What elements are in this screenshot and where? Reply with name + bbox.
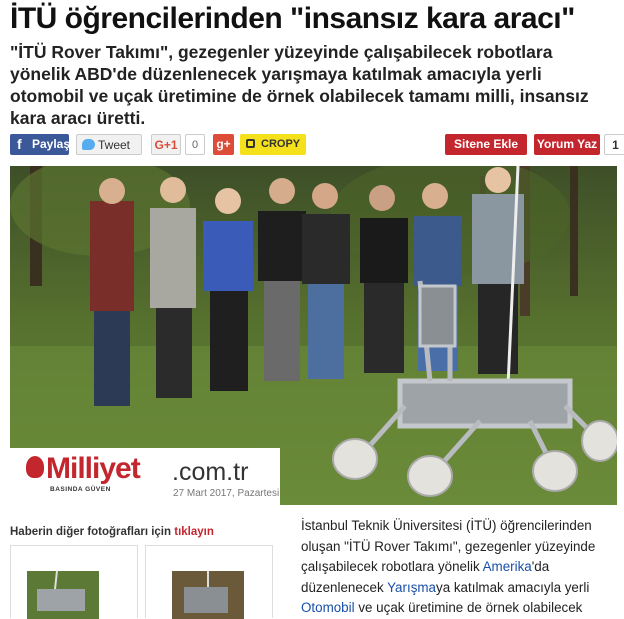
page-title: İTÜ öğrencilerinden "insansız kara aracı… [10,2,575,35]
thumb-photo [27,571,99,619]
comment-count[interactable]: 1 [604,134,624,155]
article-summary: "İTÜ Rover Takımı", gezegenler yüzeyinde… [10,42,589,128]
photo-thumbnail-2[interactable] [145,545,273,619]
article-text: İstanbul Teknik Üniversitesi (İTÜ) öğren… [301,518,596,574]
share-bar: f Paylaş Tweet G+1 0 g+ CROPY Sitene Ekl… [10,134,624,156]
milliyet-flame-icon [26,456,44,478]
thumbnail-image [27,571,99,619]
thumb-photo [172,571,244,619]
crop-icon [246,139,255,148]
logo-domain: .com.tr [172,458,249,486]
google-plus-share-button[interactable]: g+ [213,134,234,155]
thumbnail-image [172,571,244,619]
article-text: ya katılmak amacıyla yerli [436,579,590,595]
article-body: İstanbul Teknik Üniversitesi (İTÜ) öğren… [301,516,621,619]
article-link-otomobil[interactable]: Otomobil [301,600,355,615]
twitter-bird-icon [82,139,95,150]
photo-thumbnail-1[interactable] [10,545,138,619]
article-link-yarisma[interactable]: Yarışma [387,580,436,595]
yorum-yaz-button[interactable]: Yorum Yaz [534,134,600,155]
logo-name: Milliyet [46,452,141,485]
cropy-button[interactable]: CROPY [240,134,306,155]
tweet-label: Tweet [98,138,131,152]
article-text: ve uçak üretimine de örnek olabilecek [354,600,583,615]
logo-tagline: BASINDA GÜVEN [50,486,111,493]
article-link-amerika[interactable]: Amerika [483,559,532,574]
more-photos-line: Haberin diğer fotoğrafları için tıklayın [10,526,214,538]
sitene-ekle-button[interactable]: Sitene Ekle [445,134,527,155]
tweet-button[interactable]: Tweet [76,134,142,155]
milliyet-logo[interactable]: Milliyet .com.tr BASINDA GÜVEN 27 Mart 2… [10,448,280,505]
cropy-label: CROPY [261,138,301,150]
facebook-share-label: Paylaş [32,137,71,151]
google-plus-one-button[interactable]: G+1 [151,134,181,155]
more-photos-text: Haberin diğer fotoğrafları için [10,526,172,538]
google-plus-count: 0 [185,134,205,155]
facebook-share-button[interactable]: f Paylaş [10,134,71,155]
facebook-icon: f [17,136,22,152]
more-photos-link[interactable]: tıklayın [174,526,214,538]
publish-date: 27 Mart 2017, Pazartesi [173,488,280,499]
